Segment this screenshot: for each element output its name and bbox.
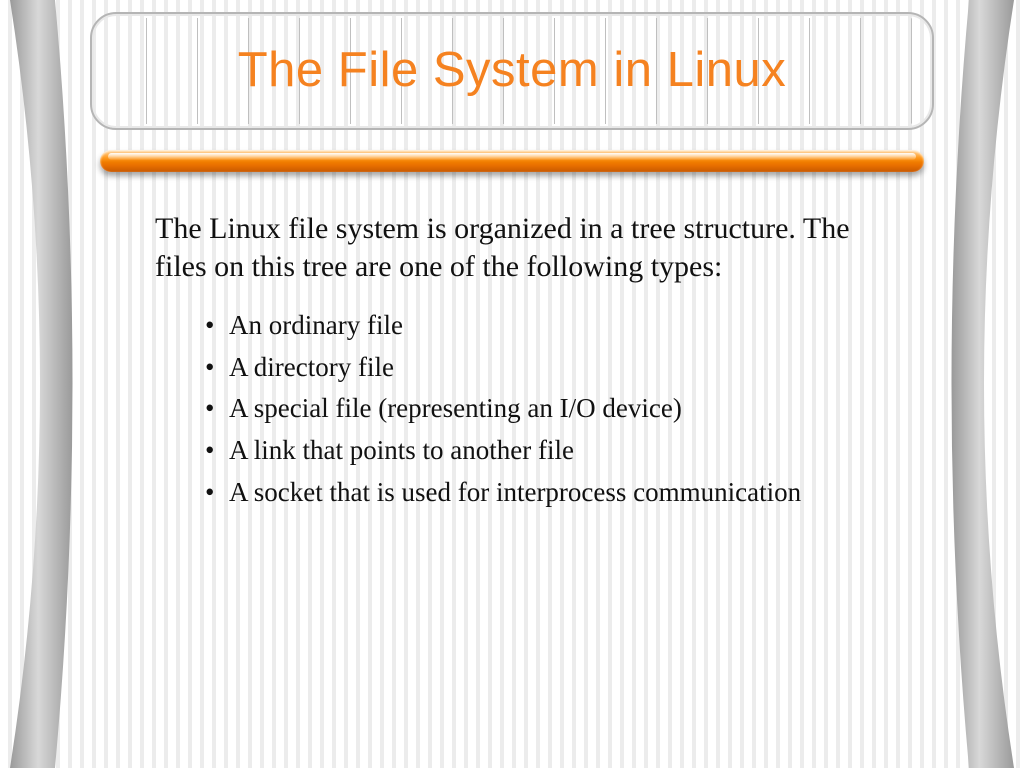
- slide-title: The File System in Linux: [238, 45, 787, 96]
- orange-divider-bar: [100, 150, 924, 172]
- bullet-list: An ordinary file A directory file A spec…: [205, 305, 904, 514]
- slide-body: The Linux file system is organized in a …: [155, 210, 904, 514]
- list-item: A socket that is used for interprocess c…: [205, 472, 904, 514]
- intro-paragraph: The Linux file system is organized in a …: [155, 210, 904, 287]
- list-item: An ordinary file: [205, 305, 904, 347]
- right-decorative-column: [934, 0, 1024, 768]
- left-decorative-column: [0, 0, 90, 768]
- list-item: A link that points to another file: [205, 430, 904, 472]
- title-frame: The File System in Linux: [90, 12, 934, 130]
- title-inner: The File System in Linux: [96, 18, 928, 124]
- list-item: A special file (representing an I/O devi…: [205, 388, 904, 430]
- list-item: A directory file: [205, 347, 904, 389]
